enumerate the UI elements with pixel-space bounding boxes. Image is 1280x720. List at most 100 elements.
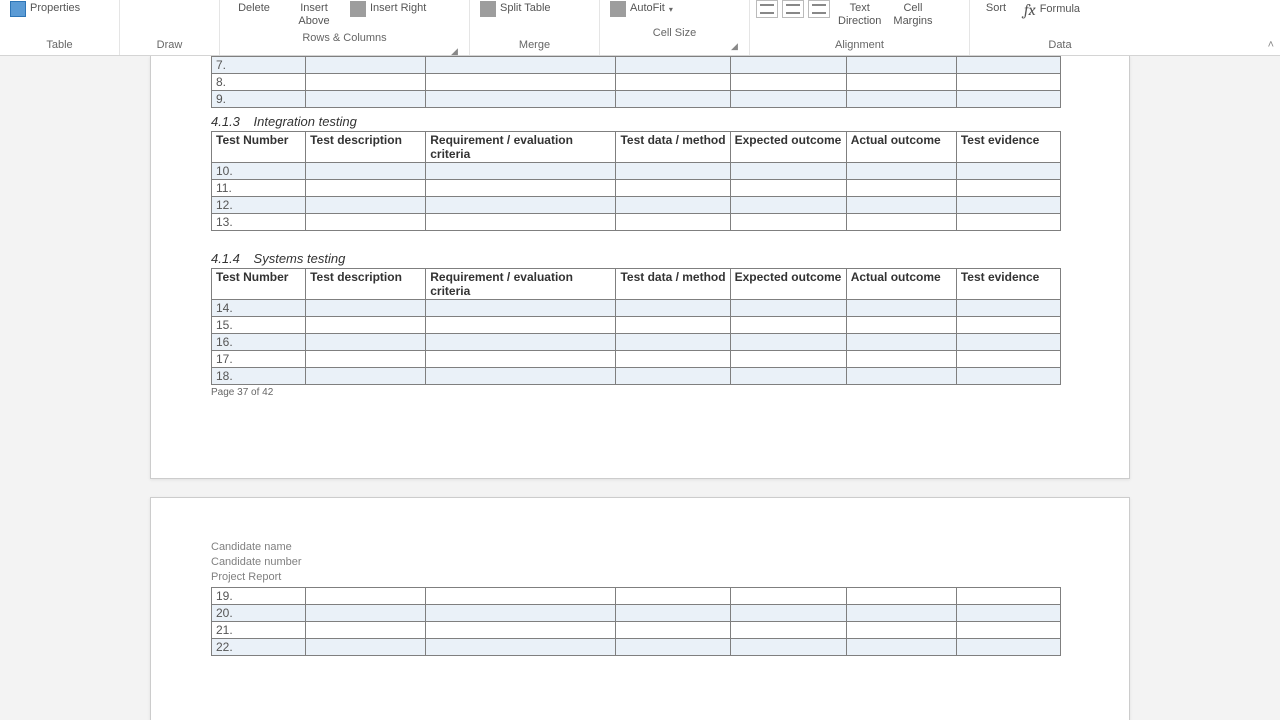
table-cell[interactable] [426,639,616,656]
table-cell[interactable] [730,74,846,91]
align-right-icon[interactable] [808,0,830,18]
table-prior-tail[interactable]: 7. 8. 9. [211,56,1061,108]
table-row[interactable]: 11. [212,180,1061,197]
table-cell[interactable] [426,351,616,368]
table-cell[interactable] [616,317,730,334]
table-row[interactable]: 13. [212,214,1061,231]
table-cell[interactable] [426,74,616,91]
table-cell[interactable] [306,334,426,351]
table-cell[interactable] [730,163,846,180]
table-cell[interactable] [956,91,1060,108]
table-cell[interactable] [956,334,1060,351]
table-cell[interactable] [956,163,1060,180]
table-cell[interactable] [616,351,730,368]
table-cell[interactable] [730,300,846,317]
table-cell[interactable] [426,300,616,317]
autofit-button[interactable]: AutoFit ▾ [606,0,677,18]
table-cell[interactable] [846,334,956,351]
table-integration-testing[interactable]: Test NumberTest descriptionRequirement /… [211,131,1061,231]
table-cell[interactable] [616,588,730,605]
table-cell[interactable] [426,334,616,351]
alignment-grid[interactable] [756,0,830,18]
table-cell[interactable] [306,180,426,197]
delete-button[interactable]: Delete [226,0,282,17]
table-cell[interactable] [730,605,846,622]
table-cell[interactable] [730,180,846,197]
table-cell[interactable] [616,368,730,385]
table-cell[interactable] [846,317,956,334]
table-cell[interactable] [730,214,846,231]
document-scroll-area[interactable]: 7. 8. 9. 4.1.3 Integration testing Test … [0,56,1280,720]
table-cell[interactable] [616,334,730,351]
table-cell[interactable] [616,639,730,656]
table-cell[interactable] [426,368,616,385]
table-row[interactable]: 20. [212,605,1061,622]
table-cell[interactable] [956,197,1060,214]
row-number-cell[interactable]: 17. [212,351,306,368]
table-cell[interactable] [426,605,616,622]
row-number-cell[interactable]: 9. [212,91,306,108]
table-cell[interactable] [616,214,730,231]
table-cell[interactable] [426,180,616,197]
row-number-cell[interactable]: 10. [212,163,306,180]
table-row[interactable]: 9. [212,91,1061,108]
table-systems-testing-cont[interactable]: 19. 20. 21. 22. [211,587,1061,656]
row-number-cell[interactable]: 7. [212,57,306,74]
table-cell[interactable] [846,605,956,622]
insert-above-button[interactable]: Insert Above [286,0,342,30]
table-cell[interactable] [956,639,1060,656]
table-row[interactable]: 22. [212,639,1061,656]
table-cell[interactable] [956,180,1060,197]
table-row[interactable]: 21. [212,622,1061,639]
table-cell[interactable] [730,197,846,214]
table-cell[interactable] [306,368,426,385]
table-cell[interactable] [730,351,846,368]
table-cell[interactable] [956,351,1060,368]
table-cell[interactable] [306,317,426,334]
table-cell[interactable] [730,368,846,385]
row-number-cell[interactable]: 19. [212,588,306,605]
table-cell[interactable] [846,588,956,605]
table-cell[interactable] [426,588,616,605]
table-cell[interactable] [426,214,616,231]
table-cell[interactable] [846,91,956,108]
table-cell[interactable] [956,368,1060,385]
table-cell[interactable] [730,588,846,605]
align-left-icon[interactable] [756,0,778,18]
table-cell[interactable] [306,57,426,74]
table-cell[interactable] [846,214,956,231]
table-cell[interactable] [426,317,616,334]
table-cell[interactable] [956,57,1060,74]
table-cell[interactable] [426,622,616,639]
table-cell[interactable] [306,300,426,317]
table-cell[interactable] [426,91,616,108]
table-cell[interactable] [306,74,426,91]
table-systems-testing[interactable]: Test NumberTest descriptionRequirement /… [211,268,1061,385]
table-cell[interactable] [616,300,730,317]
table-row[interactable]: 12. [212,197,1061,214]
table-cell[interactable] [306,588,426,605]
table-cell[interactable] [306,91,426,108]
table-cell[interactable] [616,57,730,74]
sort-button[interactable]: Sort [976,0,1016,17]
row-number-cell[interactable]: 18. [212,368,306,385]
formula-button[interactable]: fx Formula [1020,0,1084,20]
table-cell[interactable] [616,605,730,622]
table-cell[interactable] [730,639,846,656]
table-cell[interactable] [730,622,846,639]
table-cell[interactable] [306,639,426,656]
table-cell[interactable] [730,317,846,334]
row-number-cell[interactable]: 15. [212,317,306,334]
cell-size-dialog-launcher[interactable]: ◢ [731,41,743,53]
table-row[interactable]: 14. [212,300,1061,317]
table-cell[interactable] [846,300,956,317]
collapse-ribbon-icon[interactable]: ˄ [1268,39,1274,51]
table-cell[interactable] [616,622,730,639]
table-cell[interactable] [846,351,956,368]
table-row[interactable]: 16. [212,334,1061,351]
table-row[interactable]: 18. [212,368,1061,385]
row-number-cell[interactable]: 22. [212,639,306,656]
table-cell[interactable] [846,74,956,91]
table-row[interactable]: 8. [212,74,1061,91]
table-cell[interactable] [730,334,846,351]
